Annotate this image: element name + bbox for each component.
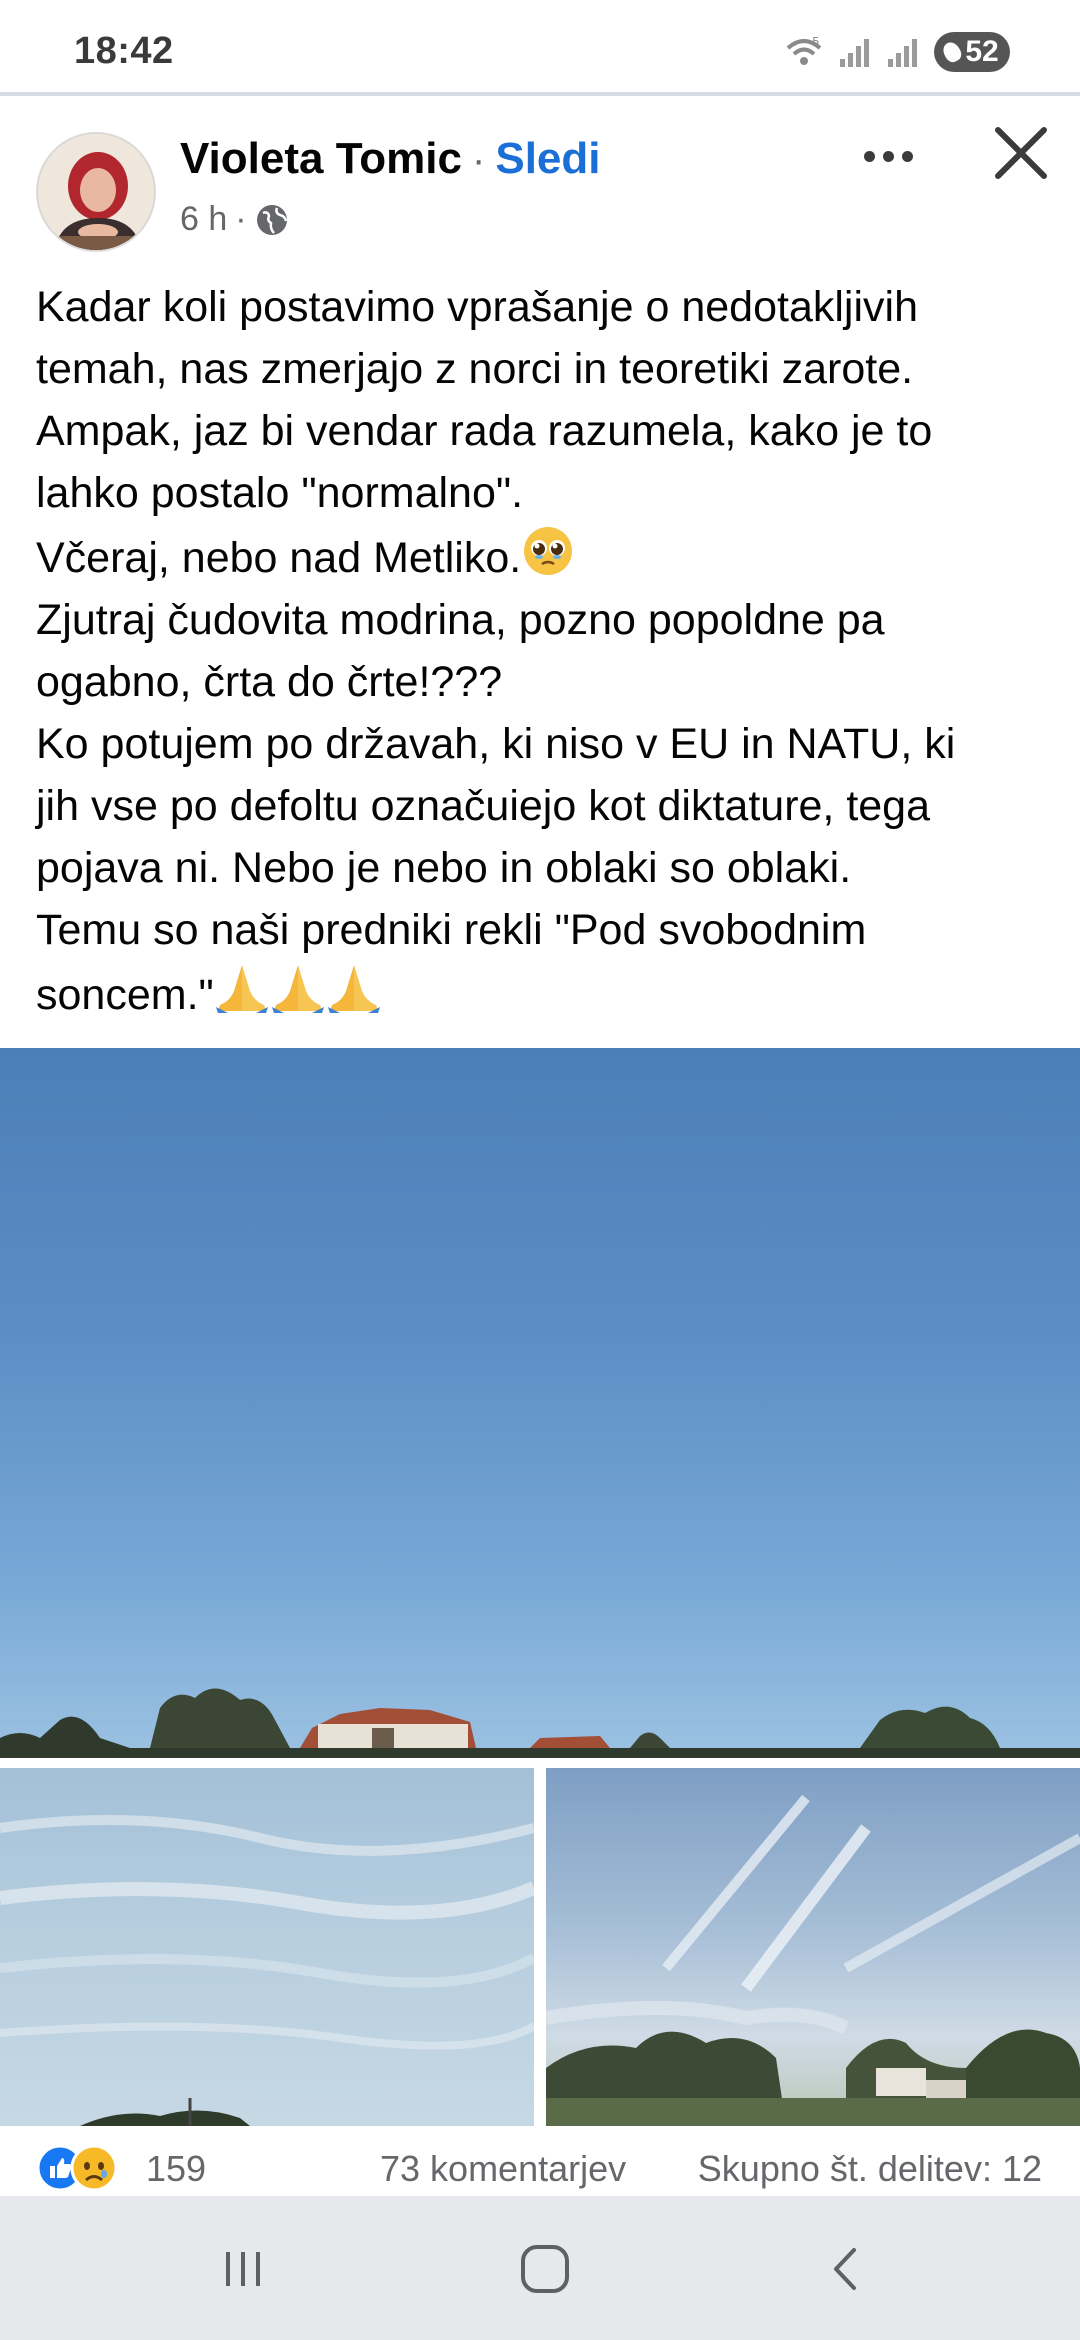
avatar[interactable]: [36, 132, 156, 252]
comments-count[interactable]: 73 komentarjev: [380, 2148, 626, 2190]
close-icon[interactable]: [990, 122, 1052, 184]
globe-icon: [256, 204, 287, 235]
post-text: Kadar koli postavimo vprašanje o nedotak…: [36, 276, 1056, 1026]
dot-separator: ·: [472, 138, 486, 182]
post-text-line: Ko potujem po državah, ki niso v EU in N…: [36, 720, 956, 768]
dot: [882, 150, 894, 162]
post-text-line-with-emoji: soncem.": [36, 961, 1056, 1026]
post-photo-left[interactable]: [0, 1768, 534, 2126]
more-options-button[interactable]: [856, 136, 920, 176]
dot: [863, 150, 875, 162]
signal-icon: [888, 39, 917, 67]
home-button[interactable]: [510, 2234, 580, 2304]
back-button[interactable]: [812, 2234, 882, 2304]
post-photo-main[interactable]: [0, 1048, 1080, 1758]
pleading-face-emoji: [524, 527, 573, 575]
dot: [901, 150, 913, 162]
recent-apps-icon: [226, 2252, 260, 2286]
post-text-line: Kadar koli postavimo vprašanje o nedotak…: [36, 283, 918, 331]
folded-hands-emoji: [327, 965, 380, 1013]
reaction-icons[interactable]: [36, 2144, 136, 2192]
post-text-segment: Včeraj, nebo nad Metliko.: [36, 534, 522, 582]
post-text-segment: soncem.": [36, 971, 214, 1019]
post-text-line: Zjutraj čudovita modrina, pozno popoldne…: [36, 596, 885, 644]
home-icon: [521, 2245, 569, 2293]
svg-text:5: 5: [812, 35, 820, 49]
shares-count[interactable]: Skupno št. delitev: 12: [698, 2148, 1042, 2190]
status-bar: 18:42 5 52: [0, 0, 1080, 92]
battery-level: 52: [965, 35, 999, 68]
follow-button[interactable]: Sledi: [495, 134, 600, 184]
post-text-line: pojava ni. Nebo je nebo in oblaki so obl…: [36, 844, 852, 892]
sad-icon: [70, 2144, 118, 2192]
signal-icon: [840, 39, 869, 67]
post-text-line: ogabno, črta do črte!???: [36, 658, 503, 706]
post-text-line: jih vse po defoltu označuiejo kot diktat…: [36, 782, 931, 830]
post-text-line-with-emoji: Včeraj, nebo nad Metliko.: [36, 524, 1056, 589]
meta-separator: ·: [235, 200, 247, 238]
wifi-icon: 5: [786, 35, 822, 65]
author-name[interactable]: Violeta Tomic: [180, 134, 462, 184]
navigation-bar: [0, 2196, 1080, 2340]
folded-hands-emoji: [271, 965, 324, 1013]
post-text-line: Ampak, jaz bi vendar rada razumela, kako…: [36, 407, 933, 455]
status-icons: 5 52: [784, 32, 1010, 72]
reaction-count[interactable]: 159: [146, 2148, 206, 2190]
post-text-line: temah, nas zmerjajo z norci in teoretiki…: [36, 345, 914, 393]
battery-icon: 52: [934, 32, 1010, 72]
post-text-line: lahko postalo "normalno".: [36, 469, 524, 517]
post-header: Violeta Tomic · Sledi 6 h ·: [0, 96, 1080, 256]
reactions-row: 159 73 komentarjev Skupno št. delitev: 1…: [0, 2140, 1080, 2196]
back-icon: [834, 2248, 856, 2290]
status-time: 18:42: [74, 30, 174, 72]
recent-apps-button[interactable]: [208, 2234, 278, 2304]
folded-hands-emoji: [215, 965, 268, 1013]
post-meta: 6 h ·: [180, 200, 289, 239]
post-time[interactable]: 6 h: [180, 200, 227, 239]
post-photo-right[interactable]: [546, 1768, 1080, 2126]
author-line: Violeta Tomic · Sledi: [180, 134, 601, 184]
post-text-line: Temu so naši predniki rekli "Pod svobodn…: [36, 906, 867, 954]
